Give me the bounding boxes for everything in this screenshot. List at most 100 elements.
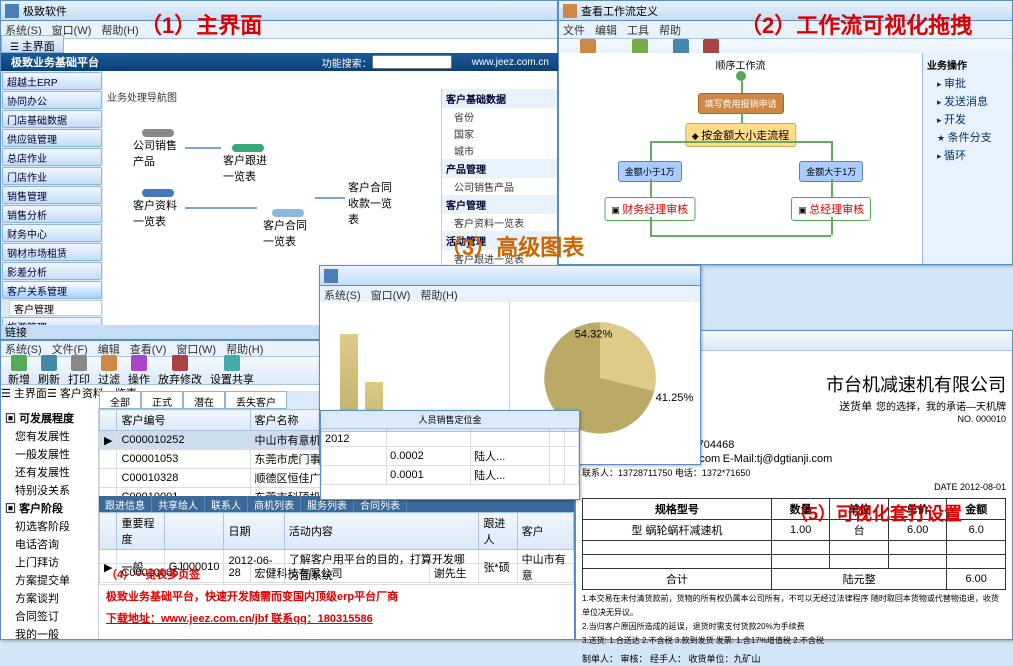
tab-main[interactable]: ☰ 主界面 (1, 35, 64, 53)
tree-node[interactable]: 您有发展性 (1, 427, 98, 445)
sidebar-item[interactable]: 销售管理 (2, 186, 102, 204)
nav-item[interactable]: 城市 (442, 142, 557, 159)
workflow-palette: 业务操作 ▸ 审批 ▸ 发送消息 ▸ 开发 ★ 条件分支 ▸ 循环 (922, 53, 1012, 264)
sidebar-item[interactable]: 财务中心 (2, 224, 102, 242)
sidebar-item[interactable]: 门店作业 (2, 167, 102, 185)
sidebar-item-active[interactable]: 客户关系管理 (2, 281, 102, 299)
tab[interactable]: ☰ 主界面 (1, 385, 47, 401)
tree-group[interactable]: ▣ 可发展程度 (1, 409, 98, 427)
flow-node[interactable]: 公司销售产品 (133, 129, 183, 169)
tree-node[interactable]: 合同签订 (1, 607, 98, 625)
nav-item[interactable]: 客户资料一览表 (442, 214, 557, 231)
sidebar-item[interactable]: 总店作业 (2, 148, 102, 166)
tbtn-print[interactable]: 打印 (65, 355, 93, 387)
tbtn-filter[interactable]: 过滤 (95, 355, 123, 387)
tree-node[interactable]: 方案提交单 (1, 571, 98, 589)
workflow-canvas[interactable]: 顺序工作流 填写费用报销申请 ◆ 按金额大小走流程 金额小于1万 金额大于1万 … (559, 53, 922, 264)
btab[interactable]: 共享给人 (152, 496, 205, 512)
subtab[interactable]: 丢失客户 (225, 391, 287, 409)
menu-help[interactable]: 帮助(H) (420, 287, 457, 303)
pie-label: 41.25% (656, 392, 694, 404)
tbtn-refresh[interactable]: 刷新 (35, 355, 63, 387)
sidebar-item[interactable]: 协同办公 (2, 91, 102, 109)
palette-item[interactable]: ▸ 发送消息 (925, 92, 1010, 110)
app-icon (563, 4, 577, 18)
sidebar-item[interactable]: 销售分析 (2, 205, 102, 223)
flow-node[interactable]: 客户合同收款一览表 (348, 179, 398, 219)
menu-file[interactable]: 文件 (563, 22, 585, 38)
label-3: （3）高级图表 (440, 230, 584, 262)
table-row[interactable]: 0.0001陆人... (322, 466, 579, 485)
subtab[interactable]: 全部 (99, 391, 141, 409)
detail-table: 重要程度日期活动内容跟进人客户 ▶一般GJ0000102012-06-28了解客… (99, 512, 574, 562)
tbtn-share[interactable]: 设置共享 (207, 355, 257, 387)
menu-window[interactable]: 窗口(W) (371, 287, 411, 303)
tree-node[interactable]: 特别没关系 (1, 481, 98, 499)
nav-item[interactable]: 公司销售产品 (442, 178, 557, 195)
tree-node[interactable]: 还有发展性 (1, 463, 98, 481)
btab[interactable]: 联系人 (205, 496, 248, 512)
sidebar-item[interactable]: 影差分析 (2, 262, 102, 280)
palette-item[interactable]: ▸ 循环 (925, 146, 1010, 164)
label-5: （5）可视化套打设置 (790, 500, 962, 526)
palette-item[interactable]: ▸ 审批 (925, 74, 1010, 92)
nav-item[interactable]: 国家 (442, 125, 557, 142)
btab[interactable]: 跟进信息 (99, 496, 152, 512)
col-header[interactable]: 客户编号 (117, 410, 250, 431)
start-node-icon (736, 71, 746, 81)
menu-edit[interactable]: 编辑 (595, 22, 617, 38)
tree-node[interactable]: 初选客阶段 (1, 517, 98, 535)
url-text: www.jeez.com.cn (472, 57, 549, 68)
sidebar-item[interactable]: 供应链管理 (2, 129, 102, 147)
tree-node[interactable]: 我的一般 (1, 625, 98, 639)
small-list-window: 人员销售定位金 2012 0.0002陆人... 0.0001陆人... (320, 410, 580, 500)
menu-tools[interactable]: 工具 (627, 22, 649, 38)
flow-node[interactable]: 客户跟进一览表 (223, 144, 273, 184)
tree-node[interactable]: 电话咨询 (1, 535, 98, 553)
pie-label: 54.32% (575, 328, 613, 340)
doc-footer: 制单人： 审核： 经手人： 收货单位：九矿山 (582, 652, 1006, 666)
wf-decision[interactable]: ◆ 按金额大小走流程 (685, 123, 796, 147)
app-icon (5, 4, 19, 18)
tree-node[interactable]: 一般发展性 (1, 445, 98, 463)
tree: ▣ 可发展程度 您有发展性 一般发展性 还有发展性 特别没关系 ▣ 客户阶段 初… (1, 409, 99, 639)
nav-section[interactable]: 客户基础数据 (442, 89, 557, 108)
nav-item[interactable]: 省份 (442, 108, 557, 125)
footer-text: （4）一览表多页签 极致业务基础平台，快速开发随需而变国内顶级erp平台厂商 下… (106, 563, 398, 629)
label-2: （2）工作流可视化拖拽 (740, 8, 972, 40)
sidebar-item[interactable]: 超越土ERP (2, 72, 102, 90)
palette-item[interactable]: ▸ 开发 (925, 110, 1010, 128)
menu-help[interactable]: 帮助(H) (101, 22, 138, 38)
subtab[interactable]: 正式 (141, 391, 183, 409)
banner: 极致业务基础平台 功能搜索： www.jeez.com.cn (1, 53, 559, 71)
titlebar[interactable] (320, 266, 700, 286)
table-row[interactable]: 0.0002陆人... (322, 447, 579, 466)
sidebar-item[interactable]: 门店基础数据 (2, 110, 102, 128)
palette-item[interactable]: ★ 条件分支 (925, 128, 1010, 146)
tbtn-ops[interactable]: 操作 (125, 355, 153, 387)
status-link: 链接 (5, 324, 27, 340)
menu-system[interactable]: 系统(S) (324, 287, 361, 303)
flow-node[interactable]: 客户合同一览表 (263, 209, 313, 249)
window-title: 查看工作流定义 (581, 3, 658, 19)
doc-subtitle: 送货单 (839, 401, 872, 413)
nav-section[interactable]: 产品管理 (442, 159, 557, 178)
tree-node[interactable]: 上门拜访 (1, 553, 98, 571)
table-row[interactable]: 2012 (322, 432, 579, 447)
label-1: （1）主界面 (140, 8, 262, 40)
tbtn-new[interactable]: 新增 (5, 355, 33, 387)
btab[interactable]: 商机列表 (248, 496, 301, 512)
search-input[interactable] (372, 55, 452, 69)
panel-title: 人员销售定位金 (321, 411, 579, 428)
flow-node[interactable]: 客户资料一览表 (133, 189, 183, 229)
sidebar-subitem[interactable]: 客户管理 (9, 300, 102, 316)
menu-help[interactable]: 帮助 (659, 22, 681, 38)
nav-section[interactable]: 客户管理 (442, 195, 557, 214)
subtab[interactable]: 潜在 (183, 391, 225, 409)
app-icon (324, 269, 338, 283)
tree-node[interactable]: 方案谈判 (1, 589, 98, 607)
tbtn-discard[interactable]: 放弃修改 (155, 355, 205, 387)
tree-group[interactable]: ▣ 客户阶段 (1, 499, 98, 517)
sidebar-item[interactable]: 钢材市场租赁 (2, 243, 102, 261)
titlebar[interactable]: 极致软件 (1, 1, 557, 21)
